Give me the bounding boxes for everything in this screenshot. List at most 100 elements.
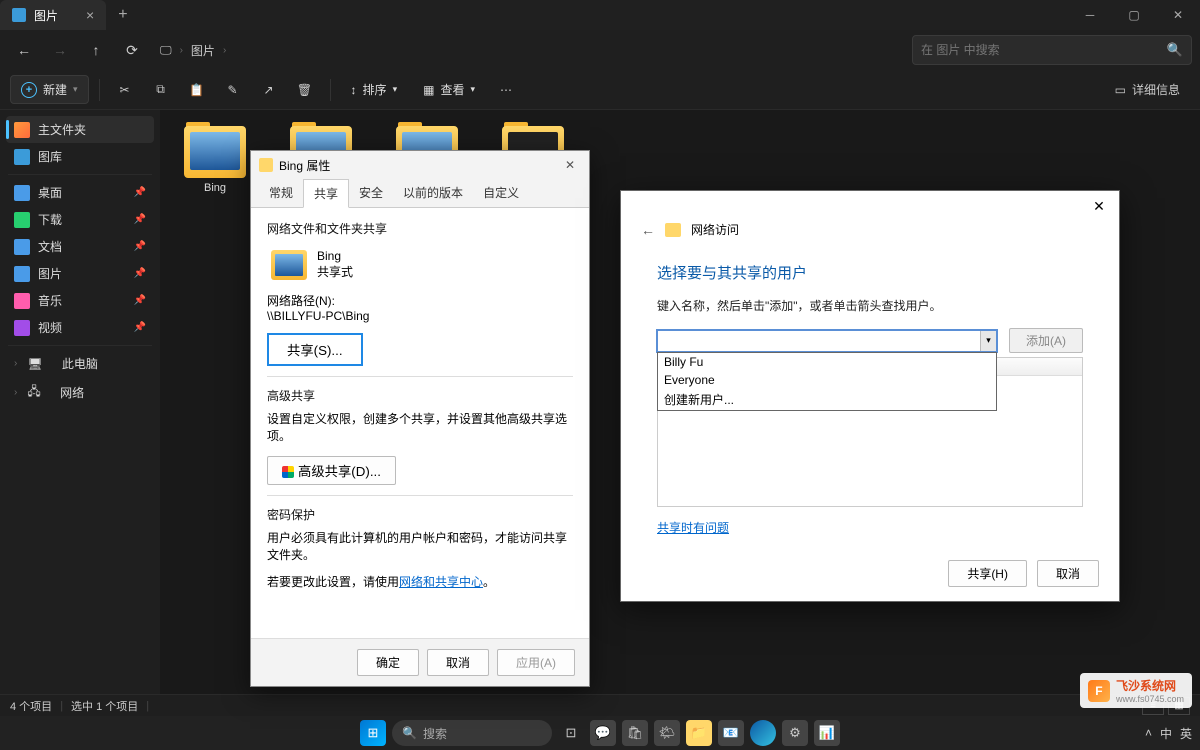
taskbar-app[interactable]: 🌤 xyxy=(654,720,680,746)
sidebar-item-videos[interactable]: 视频📌 xyxy=(6,314,154,341)
forward-button[interactable]: → xyxy=(44,34,76,66)
folder-item[interactable]: Bing xyxy=(172,122,258,194)
sidebar-item-music[interactable]: 音乐📌 xyxy=(6,287,154,314)
pin-icon: 📌 xyxy=(134,295,146,306)
taskbar-app[interactable]: 🛍 xyxy=(622,720,648,746)
close-icon[interactable]: ✕ xyxy=(1079,191,1119,221)
task-view-button[interactable]: ⊡ xyxy=(558,720,584,746)
ok-button[interactable]: 确定 xyxy=(357,649,419,676)
window-tab[interactable]: 图片 × xyxy=(0,0,106,30)
dropdown-option[interactable]: Billy Fu xyxy=(658,353,996,371)
tray-chevron-icon[interactable]: ˄ xyxy=(1145,726,1152,740)
ime-indicator[interactable]: 中 xyxy=(1160,725,1172,742)
new-label: 新建 xyxy=(43,81,67,98)
pin-icon: 📌 xyxy=(134,268,146,279)
tab-previous-versions[interactable]: 以前的版本 xyxy=(393,179,473,207)
apply-button[interactable]: 应用(A) xyxy=(497,649,575,676)
chevron-right-icon: › xyxy=(180,45,183,56)
cancel-button[interactable]: 取消 xyxy=(1037,560,1099,587)
dropdown-button[interactable]: ▾ xyxy=(980,331,996,351)
details-pane-button[interactable]: ▭ 详细信息 xyxy=(1105,76,1190,103)
file-explorer-button[interactable]: 📁 xyxy=(686,720,712,746)
tab-sharing[interactable]: 共享 xyxy=(303,179,349,208)
chevron-right-icon: › xyxy=(14,358,17,369)
share-button[interactable]: 共享(H) xyxy=(948,560,1027,587)
cut-button[interactable]: ✂ xyxy=(110,75,140,105)
taskbar-app[interactable]: 📧 xyxy=(718,720,744,746)
taskbar-app[interactable]: 📊 xyxy=(814,720,840,746)
back-button[interactable]: ← xyxy=(8,34,40,66)
folder-label: Bing xyxy=(204,182,226,194)
paste-button[interactable]: 📋 xyxy=(182,75,212,105)
back-button[interactable]: ← xyxy=(641,222,655,238)
music-icon xyxy=(14,293,30,309)
gallery-icon xyxy=(14,149,30,165)
ime-lang[interactable]: 英 xyxy=(1180,725,1192,742)
rename-button[interactable]: ✎ xyxy=(218,75,248,105)
desktop-icon xyxy=(14,185,30,201)
properties-dialog: Bing 属性 ✕ 常规 共享 安全 以前的版本 自定义 网络文件和文件夹共享 … xyxy=(250,150,590,687)
sidebar-item-pictures[interactable]: 图片📌 xyxy=(6,260,154,287)
sidebar-item-gallery[interactable]: 图库 xyxy=(6,143,154,170)
chevron-right-icon: › xyxy=(223,45,226,56)
new-tab-button[interactable]: + xyxy=(106,6,139,24)
edge-button[interactable] xyxy=(750,720,776,746)
delete-button[interactable]: 🗑 xyxy=(290,75,320,105)
maximize-button[interactable]: ▢ xyxy=(1112,0,1156,30)
advanced-sharing-button[interactable]: 高级共享(D)... xyxy=(267,456,396,485)
folder-icon xyxy=(271,250,307,280)
cancel-button[interactable]: 取消 xyxy=(427,649,489,676)
share-button[interactable]: 共享(S)... xyxy=(267,333,363,366)
close-icon[interactable]: ✕ xyxy=(559,156,581,174)
minimize-button[interactable]: ─ xyxy=(1068,0,1112,30)
taskbar: ⊞ 🔍 搜索 ⊡ 💬 🛍 🌤 📁 📧 ⚙ 📊 ˄ 中 英 xyxy=(0,716,1200,750)
sidebar-item-network[interactable]: ›🖧 网络 xyxy=(6,377,154,408)
more-button[interactable]: ⋯ xyxy=(491,75,521,105)
tab-customize[interactable]: 自定义 xyxy=(473,179,529,207)
up-button[interactable]: ↑ xyxy=(80,34,112,66)
sort-button[interactable]: ↕ 排序 ▾ xyxy=(341,76,408,103)
close-tab-icon[interactable]: × xyxy=(86,7,94,23)
breadcrumb-item[interactable]: 图片 xyxy=(191,42,215,59)
wizard-hint: 键入名称，然后单击"添加"，或者单击箭头查找用户。 xyxy=(657,297,1083,314)
view-button[interactable]: ▦ 查看 ▾ xyxy=(413,76,485,103)
dropdown-option[interactable]: 创建新用户... xyxy=(658,389,996,410)
taskbar-app[interactable]: ⚙ xyxy=(782,720,808,746)
wizard-heading: 选择要与其共享的用户 xyxy=(657,262,1083,283)
section-label: 高级共享 xyxy=(267,387,573,404)
sort-icon: ↕ xyxy=(351,83,357,97)
sidebar-item-home[interactable]: 主文件夹 xyxy=(6,116,154,143)
sidebar-item-downloads[interactable]: 下载📌 xyxy=(6,206,154,233)
sidebar-item-desktop[interactable]: 桌面📌 xyxy=(6,179,154,206)
breadcrumb[interactable]: 🖵 › 图片 › xyxy=(160,42,226,59)
system-tray[interactable]: ˄ 中 英 xyxy=(1145,725,1192,742)
pc-icon: 🖥 xyxy=(27,357,42,371)
search-box[interactable]: 🔍 xyxy=(912,35,1192,65)
folder-share-icon xyxy=(665,223,681,237)
new-button[interactable]: + 新建 ▾ xyxy=(10,75,89,104)
tab-general[interactable]: 常规 xyxy=(259,179,303,207)
dropdown-option[interactable]: Everyone xyxy=(658,371,996,389)
start-button[interactable]: ⊞ xyxy=(360,720,386,746)
close-window-button[interactable]: ✕ xyxy=(1156,0,1200,30)
taskbar-app[interactable]: 💬 xyxy=(590,720,616,746)
troubleshoot-link[interactable]: 共享时有问题 xyxy=(657,519,729,536)
tab-strip: 常规 共享 安全 以前的版本 自定义 xyxy=(251,179,589,208)
user-combobox[interactable]: ▾ Billy Fu Everyone 创建新用户... xyxy=(657,330,997,352)
sidebar-item-documents[interactable]: 文档📌 xyxy=(6,233,154,260)
search-input[interactable] xyxy=(921,43,1167,57)
sidebar-item-thispc[interactable]: ›🖥 此电脑 xyxy=(6,350,154,377)
add-button[interactable]: 添加(A) xyxy=(1009,328,1083,353)
watermark-brand: 飞沙系统网 xyxy=(1116,677,1184,694)
user-input[interactable] xyxy=(657,330,997,352)
share-button[interactable]: ↗ xyxy=(254,75,284,105)
copy-button[interactable]: ⧉ xyxy=(146,75,176,105)
tab-security[interactable]: 安全 xyxy=(349,179,393,207)
network-sharing-center-link[interactable]: 网络和共享中心 xyxy=(399,575,483,589)
dialog-titlebar[interactable]: Bing 属性 ✕ xyxy=(251,151,589,179)
refresh-button[interactable]: ⟳ xyxy=(116,34,148,66)
sidebar: 主文件夹 图库 桌面📌 下载📌 文档📌 图片📌 音乐📌 视频📌 ›🖥 此电脑 ›… xyxy=(0,110,160,694)
selection-count: 选中 1 个项目 xyxy=(71,698,138,714)
taskbar-search[interactable]: 🔍 搜索 xyxy=(392,720,552,746)
wizard-title: 网络访问 xyxy=(691,221,739,238)
